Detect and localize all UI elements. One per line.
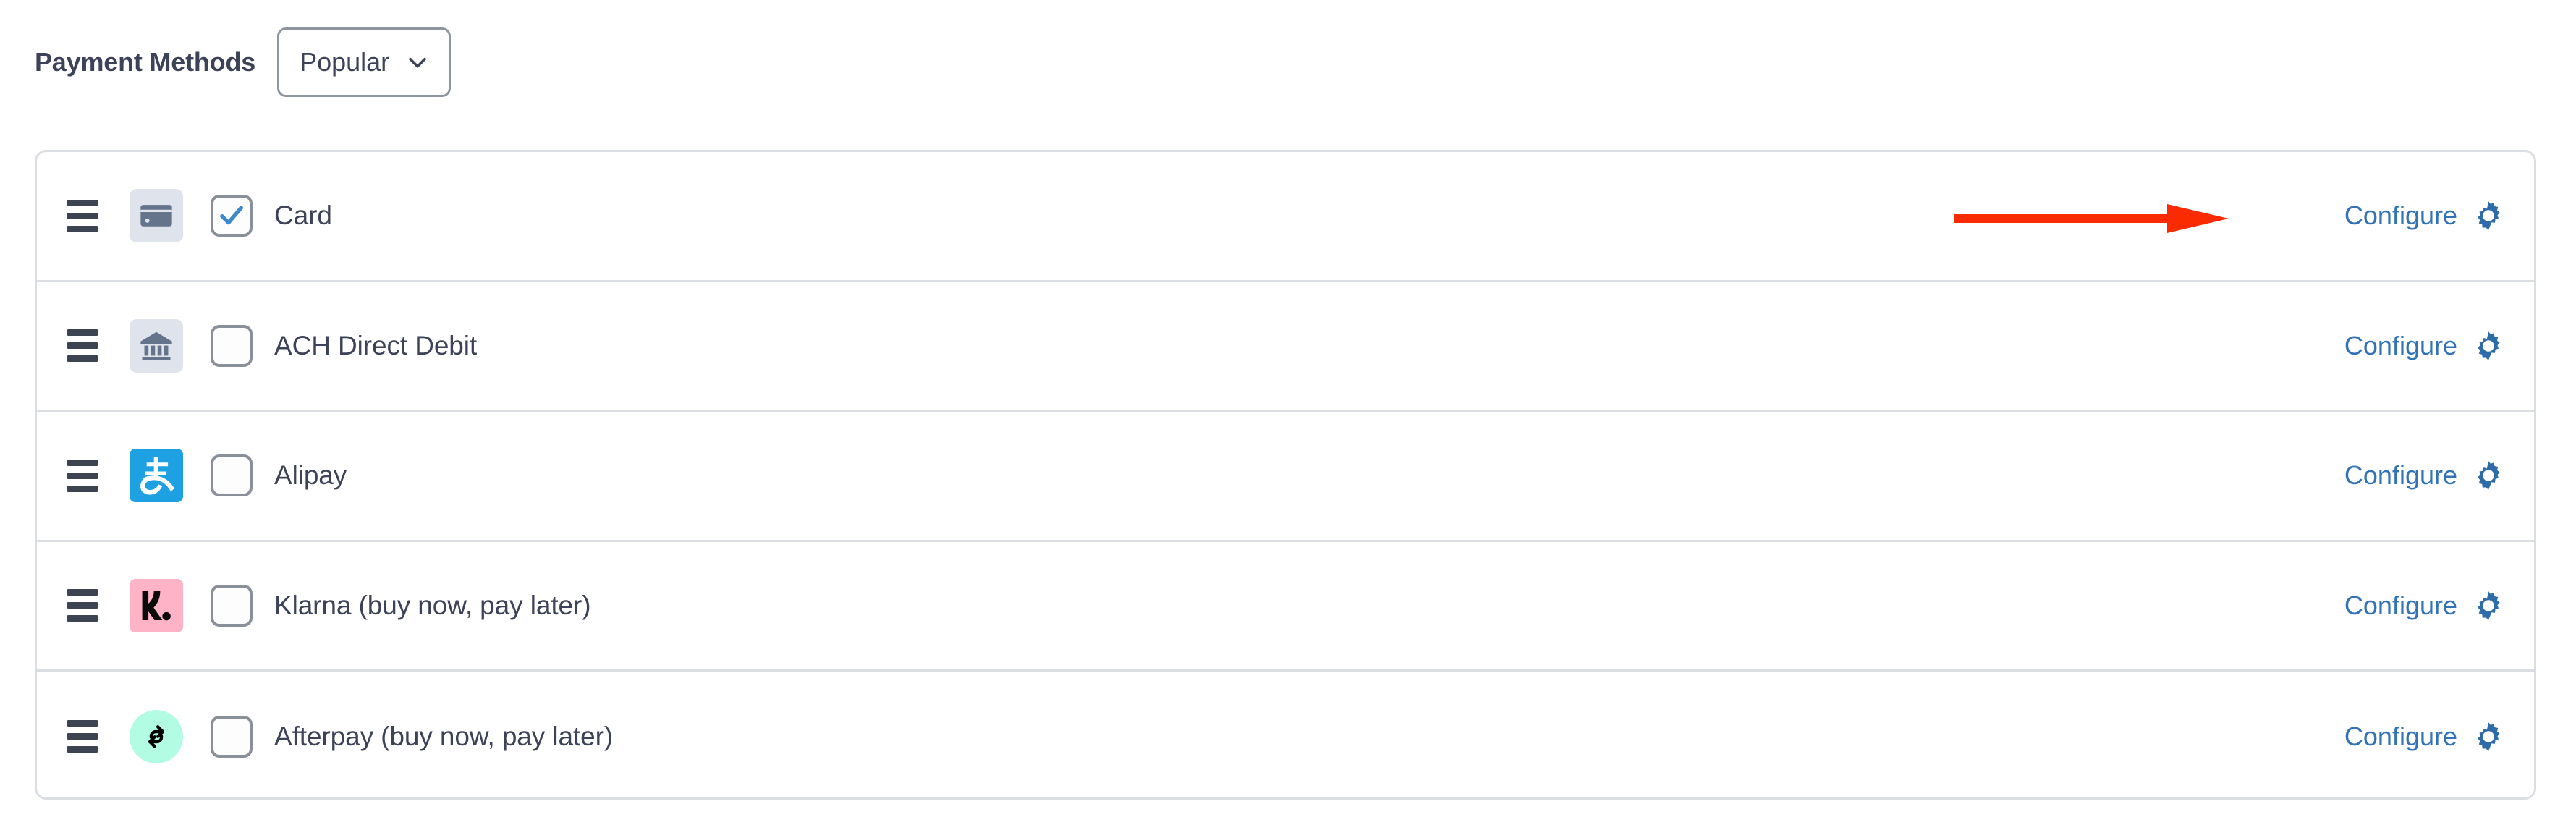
configure-button[interactable]: Configure	[2344, 720, 2505, 753]
gear-icon[interactable]	[2472, 199, 2505, 232]
gear-icon[interactable]	[2472, 459, 2505, 492]
gear-icon[interactable]	[2472, 589, 2505, 622]
configure-button[interactable]: Configure	[2344, 329, 2505, 363]
bank-building-icon	[130, 318, 183, 373]
configure-button[interactable]: Configure	[2344, 459, 2505, 492]
table-row[interactable]: Klarna (buy now, pay later) Configure	[37, 542, 2534, 672]
drag-handle-icon[interactable]	[63, 716, 103, 757]
enable-klarna-checkbox[interactable]	[211, 584, 253, 627]
chevron-down-icon	[405, 50, 430, 75]
enable-ach-direct-debit-checkbox[interactable]	[211, 324, 253, 367]
configure-label: Configure	[2344, 721, 2457, 751]
table-row[interactable]: Afterpay (buy now, pay later) Configure	[37, 672, 2534, 797]
payment-method-label: Card	[274, 200, 332, 231]
payment-methods-header: Payment Methods Popular	[35, 19, 452, 106]
enable-card-checkbox[interactable]	[211, 195, 253, 237]
configure-button[interactable]: Configure	[2344, 199, 2505, 232]
drag-handle-icon[interactable]	[63, 455, 103, 496]
credit-card-icon	[130, 189, 183, 243]
drag-handle-icon[interactable]	[63, 326, 103, 366]
configure-label: Configure	[2344, 200, 2457, 231]
configure-button[interactable]: Configure	[2344, 589, 2505, 622]
payment-method-label: Alipay	[274, 460, 347, 491]
payment-method-label: Klarna (buy now, pay later)	[274, 590, 591, 620]
popular-filter-dropdown[interactable]: Popular	[277, 27, 452, 97]
page-title: Payment Methods	[35, 47, 256, 77]
payment-method-label: Afterpay (buy now, pay later)	[274, 721, 614, 751]
popular-filter-value: Popular	[300, 47, 390, 77]
drag-handle-icon[interactable]	[63, 585, 103, 626]
configure-label: Configure	[2344, 460, 2457, 491]
enable-alipay-checkbox[interactable]	[211, 454, 253, 497]
alipay-logo-icon	[130, 449, 183, 503]
gear-icon[interactable]	[2472, 329, 2505, 363]
afterpay-logo-icon	[130, 709, 183, 763]
table-row[interactable]: ACH Direct Debit Configure	[37, 282, 2534, 412]
table-row[interactable]: Alipay Configure	[37, 412, 2534, 542]
configure-label: Configure	[2344, 330, 2457, 360]
klarna-logo-icon	[130, 578, 183, 632]
gear-icon[interactable]	[2472, 720, 2505, 753]
drag-handle-icon[interactable]	[63, 195, 103, 236]
payment-method-label: ACH Direct Debit	[274, 330, 478, 360]
configure-label: Configure	[2344, 590, 2457, 620]
table-row[interactable]: Card Configure	[37, 152, 2534, 282]
payment-methods-list: Card Configure ACH Direct Debit Configur…	[35, 150, 2536, 800]
enable-afterpay-checkbox[interactable]	[211, 715, 253, 758]
